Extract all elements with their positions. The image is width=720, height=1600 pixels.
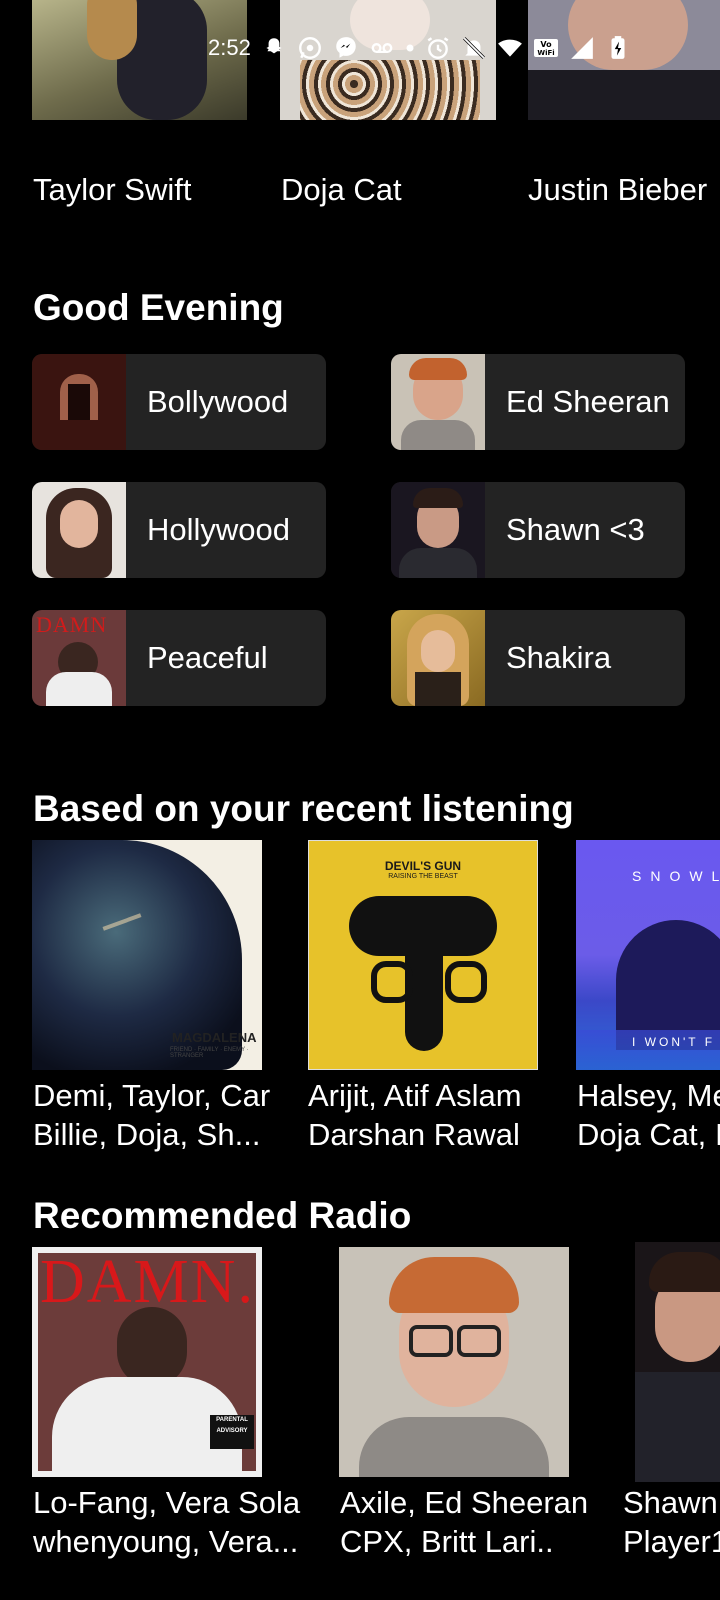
svg-text:Vo: Vo — [540, 40, 552, 49]
cover-title: DEVIL'S GUN — [384, 859, 462, 873]
tile-label: Shakira — [506, 640, 612, 675]
artist-name[interactable]: Doja Cat — [281, 172, 402, 208]
section-title-recent-listening: Based on your recent listening — [33, 788, 574, 829]
dot-icon — [405, 35, 415, 61]
status-bar: 2:52 Vo WiFi — [208, 30, 631, 66]
playlist-cover: DAMN — [32, 610, 126, 706]
artist-cover — [391, 354, 485, 450]
mix-artists-line2: Billie, Doja, Sh... — [33, 1117, 261, 1152]
mix-cover-1[interactable]: MAGDALENA FRIEND · FAMILY · ENEMY · STRA… — [32, 840, 262, 1070]
voicemail-icon — [369, 35, 395, 61]
tile-shawn[interactable]: Shawn <3 — [391, 482, 685, 578]
mix-artists-line1: Arijit, Atif Aslam — [308, 1078, 522, 1113]
status-time: 2:52 — [208, 35, 251, 60]
mix-cover-3[interactable]: SNOWL I WON'T F — [576, 840, 720, 1070]
mix-artists-line2: Darshan Rawal — [308, 1117, 520, 1152]
mix-artists-line1: Demi, Taylor, Car — [33, 1078, 271, 1113]
snapchat-icon — [261, 35, 287, 61]
tile-ed-sheeran[interactable]: Ed Sheeran — [391, 354, 685, 450]
radio-artists-line1: Shawn — [623, 1485, 718, 1520]
artist-name[interactable]: Justin Bieber — [528, 172, 707, 208]
radio-artists-line2: whenyoung, Vera... — [33, 1524, 299, 1559]
tile-peaceful[interactable]: DAMN Peaceful — [32, 610, 326, 706]
playlist-cover — [32, 354, 126, 450]
mix-artists-line2: Doja Cat, I — [577, 1117, 720, 1152]
notifications-off-icon — [461, 35, 487, 61]
whatsapp-icon — [297, 35, 323, 61]
cover-title: MAGDALENA — [172, 1030, 257, 1045]
vowifi-icon: Vo WiFi — [533, 35, 559, 61]
wifi-icon — [497, 35, 523, 61]
parental-advisory-badge: PARENTAL ADVISORY — [210, 1415, 254, 1449]
tile-label: Hollywood — [147, 512, 291, 547]
tile-shakira[interactable]: Shakira — [391, 610, 685, 706]
tile-hollywood[interactable]: Hollywood — [32, 482, 326, 578]
radio-artists-line1: Axile, Ed Sheeran — [340, 1485, 589, 1520]
cell-signal-icon — [569, 35, 595, 61]
artist-cover — [391, 482, 485, 578]
messenger-icon — [333, 35, 359, 61]
section-title-recommended-radio: Recommended Radio — [33, 1195, 412, 1236]
tile-bollywood[interactable]: Bollywood — [32, 354, 326, 450]
cover-subtitle: I WON'T F — [632, 1035, 716, 1049]
radio-artists-line2: CPX, Britt Lari.. — [340, 1524, 554, 1559]
radio-cover-3[interactable] — [635, 1242, 720, 1482]
tile-label: Shawn <3 — [506, 512, 645, 547]
artist-cover — [391, 610, 485, 706]
tile-label: Peaceful — [147, 640, 268, 675]
cover-title: SNOWL — [632, 868, 720, 884]
cover-subtitle: RAISING THE BEAST — [388, 873, 458, 880]
mix-artists-line1: Halsey, Me — [577, 1078, 720, 1113]
artist-name[interactable]: Taylor Swift — [33, 172, 191, 208]
radio-artists-line2: Player1 — [623, 1524, 720, 1559]
battery-charging-icon — [605, 35, 631, 61]
cover-subtitle: FRIEND · FAMILY · ENEMY · STRANGER — [170, 1047, 249, 1059]
tile-label: Bollywood — [147, 384, 289, 419]
mix-cover-2[interactable]: DEVIL'S GUN RAISING THE BEAST — [308, 840, 538, 1070]
radio-cover-1[interactable]: DAMN. PARENTAL ADVISORY — [32, 1247, 262, 1477]
svg-text:WiFi: WiFi — [537, 49, 554, 57]
alarm-icon — [425, 35, 451, 61]
section-title-good-evening: Good Evening — [33, 287, 284, 328]
tile-label: Ed Sheeran — [506, 384, 670, 419]
artist-cover — [32, 482, 126, 578]
radio-artists-line1: Lo-Fang, Vera Sola — [33, 1485, 301, 1520]
radio-cover-2[interactable] — [339, 1247, 569, 1477]
